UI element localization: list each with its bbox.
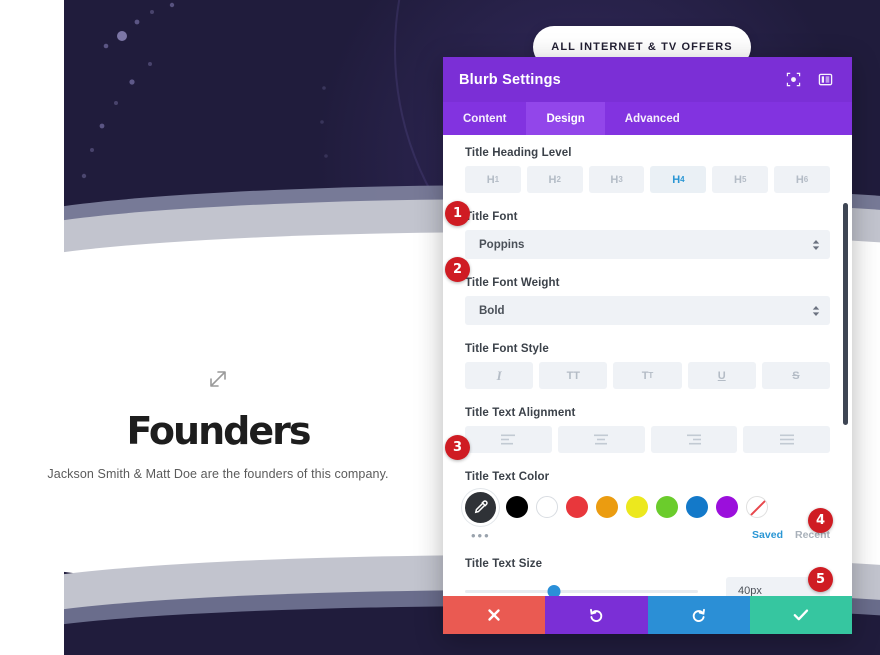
heading-level-h5[interactable]: H5 (712, 166, 769, 193)
h2-sub: 2 (556, 175, 561, 184)
chevron-updown-icon (812, 305, 820, 317)
title-font-weight-value: Bold (479, 304, 505, 317)
align-center-icon[interactable] (557, 426, 645, 453)
field-title-font-weight: Title Font Weight Bold (443, 277, 852, 325)
heading-level-h3[interactable]: H3 (588, 166, 645, 193)
color-meta-row: ••• Saved Recent (465, 524, 830, 544)
field-title-font: Title Font Poppins (443, 211, 852, 259)
field-title-text-color: Title Text Color ••• Saved Recent (443, 471, 852, 544)
h5-sub: 5 (741, 175, 747, 184)
title-font-weight-select[interactable]: Bold (465, 296, 830, 325)
heading-level-group: H1 H2 H3 H4 H5 H6 (465, 166, 830, 193)
eyedropper-icon[interactable] (465, 491, 496, 523)
label-title-text-color: Title Text Color (465, 471, 550, 483)
title-text-size-slider[interactable] (465, 582, 698, 596)
label-title-font-style: Title Font Style (465, 343, 549, 355)
swatch-white[interactable] (536, 496, 558, 518)
swatch-purple[interactable] (716, 496, 738, 518)
settings-panel-body: Title Heading Level H1 H2 H3 H4 H5 H6 Ti… (443, 135, 852, 596)
swatch-green[interactable] (656, 496, 678, 518)
blurb-description: Jackson Smith & Matt Doe are the founder… (47, 467, 389, 481)
slider-track (465, 589, 698, 593)
chevron-updown-icon (812, 239, 820, 251)
title-font-select[interactable]: Poppins (465, 230, 830, 259)
saved-colors-tab[interactable]: Saved (752, 529, 783, 541)
swatch-orange[interactable] (596, 496, 618, 518)
field-title-text-size: Title Text Size 40px (443, 558, 852, 596)
heading-level-h2[interactable]: H2 (526, 166, 583, 193)
strikethrough-icon[interactable]: S (761, 362, 831, 389)
tab-design[interactable]: Design (526, 102, 605, 135)
underline-icon[interactable]: U (687, 362, 756, 389)
slider-handle[interactable] (547, 584, 561, 596)
text-alignment-group (465, 426, 830, 453)
align-justify-icon[interactable] (743, 426, 830, 453)
modal-header: Blurb Settings (443, 57, 852, 102)
swatch-black[interactable] (506, 496, 528, 518)
label-title-heading-level: Title Heading Level (465, 147, 572, 159)
expand-arrows-icon (0, 355, 436, 403)
more-colors-button[interactable]: ••• (465, 528, 740, 543)
swatch-none[interactable] (746, 496, 768, 518)
field-title-text-alignment: Title Text Alignment (443, 407, 852, 453)
label-title-font-weight: Title Font Weight (465, 277, 560, 289)
heading-level-h1[interactable]: H1 (465, 166, 521, 193)
cancel-button[interactable] (443, 596, 546, 634)
modal-tabs: Content Design Advanced (443, 102, 852, 135)
swatch-red[interactable] (566, 496, 588, 518)
callout-badge-3: 3 (445, 435, 470, 460)
label-title-text-size: Title Text Size (465, 558, 543, 570)
redo-button[interactable] (647, 596, 750, 634)
small-caps-sub: T (648, 371, 654, 380)
panel-scrollbar-thumb[interactable] (843, 203, 848, 425)
color-swatch-row (465, 490, 830, 524)
h6-sub: 6 (803, 175, 809, 184)
blurb-title: Founders (126, 409, 312, 453)
align-right-icon[interactable] (650, 426, 738, 453)
label-title-text-alignment: Title Text Alignment (465, 407, 576, 419)
save-button[interactable] (749, 596, 852, 634)
h1-sub: 1 (494, 175, 500, 184)
align-left-icon[interactable] (465, 426, 552, 453)
callout-badge-5: 5 (808, 567, 833, 592)
font-style-group: I TT TT U S (465, 362, 831, 389)
h3-sub: 3 (618, 175, 623, 184)
focus-target-icon[interactable] (782, 69, 804, 91)
small-caps-icon[interactable]: TT (613, 362, 682, 389)
layout-panel-icon[interactable] (814, 69, 836, 91)
all-offers-pill-label: ALL INTERNET & TV OFFERS (551, 41, 733, 53)
callout-badge-4: 4 (808, 508, 833, 533)
heading-level-h6[interactable]: H6 (774, 166, 830, 193)
screenshot-root: ALL INTERNET & TV OFFERS Founders Jackso… (0, 0, 880, 655)
blurb-settings-modal: Blurb Settings Content Design Advanced T… (443, 57, 852, 634)
modal-title: Blurb Settings (459, 71, 561, 88)
field-title-font-style: Title Font Style I TT TT U S (443, 343, 852, 389)
heading-level-h4[interactable]: H4 (650, 166, 707, 193)
italic-icon[interactable]: I (465, 362, 534, 389)
title-text-size-row: 40px (465, 577, 830, 596)
title-text-size-value: 40px (738, 584, 762, 597)
field-title-heading-level: Title Heading Level H1 H2 H3 H4 H5 H6 (443, 147, 852, 193)
callout-badge-1: 1 (445, 201, 470, 226)
swatch-yellow[interactable] (626, 496, 648, 518)
title-font-value: Poppins (479, 238, 525, 251)
h4-sub: 4 (680, 175, 685, 184)
uppercase-icon[interactable]: TT (539, 362, 608, 389)
modal-footer (443, 596, 852, 634)
undo-button[interactable] (545, 596, 648, 634)
label-title-font: Title Font (465, 211, 518, 223)
tab-advanced[interactable]: Advanced (605, 102, 700, 135)
blurb-module[interactable]: Founders Jackson Smith & Matt Doe are th… (0, 355, 436, 481)
swatch-blue[interactable] (686, 496, 708, 518)
callout-badge-2: 2 (445, 257, 470, 282)
tab-content[interactable]: Content (443, 102, 526, 135)
